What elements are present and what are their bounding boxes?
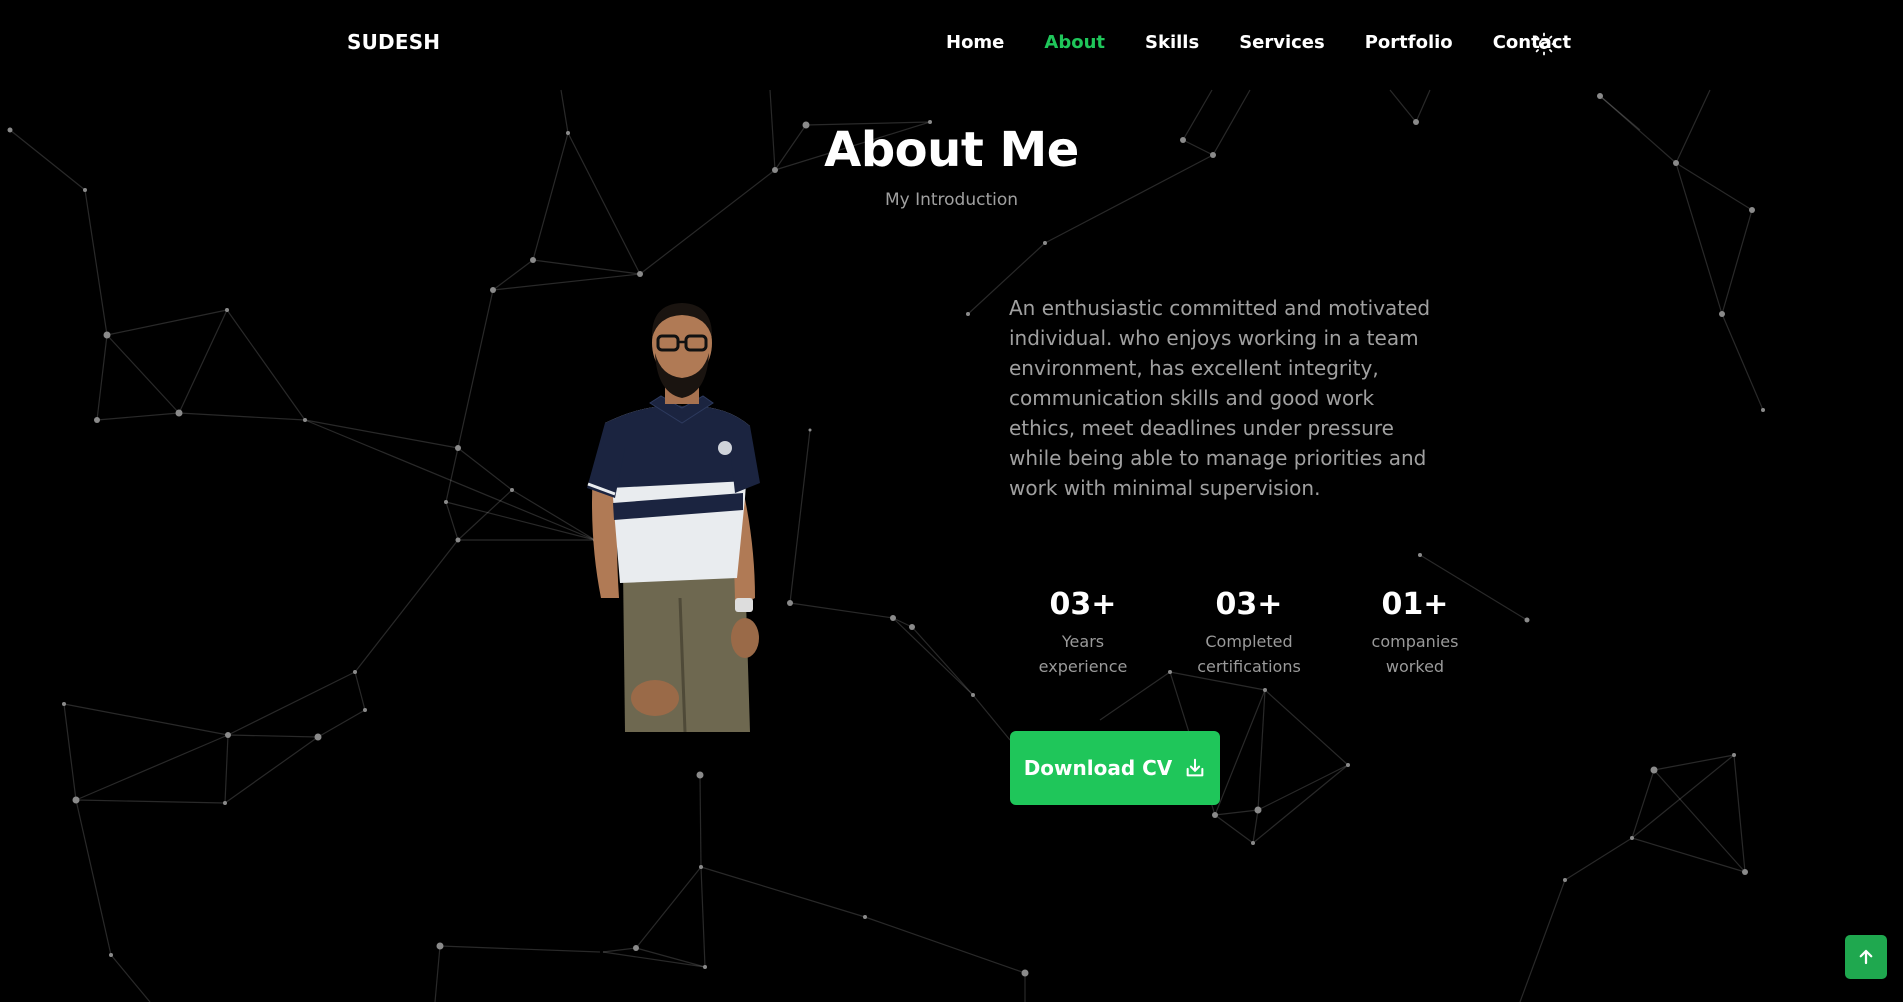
stat-value: 03+ [1049, 587, 1117, 622]
profile-photo [587, 303, 760, 732]
stat-label: Completed certifications [1166, 629, 1332, 679]
section-subtitle: My Introduction [884, 190, 1019, 210]
site-header: SUDESH Home About Skills Services Portfo… [0, 0, 1903, 90]
stat-value: 01+ [1381, 587, 1449, 622]
sun-icon [1532, 32, 1556, 56]
stat-experience: 03+ Years experience [1000, 585, 1166, 679]
nav-services[interactable]: Services [1239, 32, 1325, 53]
stat-value: 03+ [1215, 587, 1283, 622]
theme-toggle-button[interactable] [1532, 32, 1556, 56]
site-logo[interactable]: SUDESH [347, 30, 440, 54]
stat-label-line: Years [1061, 632, 1105, 651]
stat-label: companies worked [1332, 629, 1498, 679]
nav-portfolio[interactable]: Portfolio [1365, 32, 1453, 53]
nav-about[interactable]: About [1044, 32, 1105, 53]
nav-skills[interactable]: Skills [1145, 32, 1199, 53]
stat-certifications: 03+ Completed certifications [1166, 585, 1332, 679]
page: SUDESH Home About Skills Services Portfo… [0, 0, 1903, 1002]
download-cv-label: Download CV [1023, 756, 1173, 780]
stat-label-line: companies [1371, 632, 1459, 651]
about-description: An enthusiastic committed and motivated … [1009, 296, 1431, 500]
download-icon [1186, 758, 1204, 777]
scroll-to-top-button[interactable] [1845, 935, 1887, 979]
nav-home[interactable]: Home [946, 32, 1004, 53]
stat-label-line: certifications [1197, 657, 1301, 676]
download-cv-button[interactable]: Download CV [1010, 731, 1220, 805]
stats-row: 03+ Years experience 03+ Completed certi… [1000, 585, 1498, 679]
stat-companies: 01+ companies worked [1332, 585, 1498, 679]
arrow-up-icon [1859, 949, 1873, 965]
stat-label-line: worked [1385, 657, 1445, 676]
section-title: About Me [824, 122, 1079, 178]
main-nav: Home About Skills Services Portfolio Con… [946, 32, 1571, 53]
stat-label: Years experience [1000, 629, 1166, 679]
stat-label-line: experience [1038, 657, 1128, 676]
stat-label-line: Completed [1205, 632, 1293, 651]
